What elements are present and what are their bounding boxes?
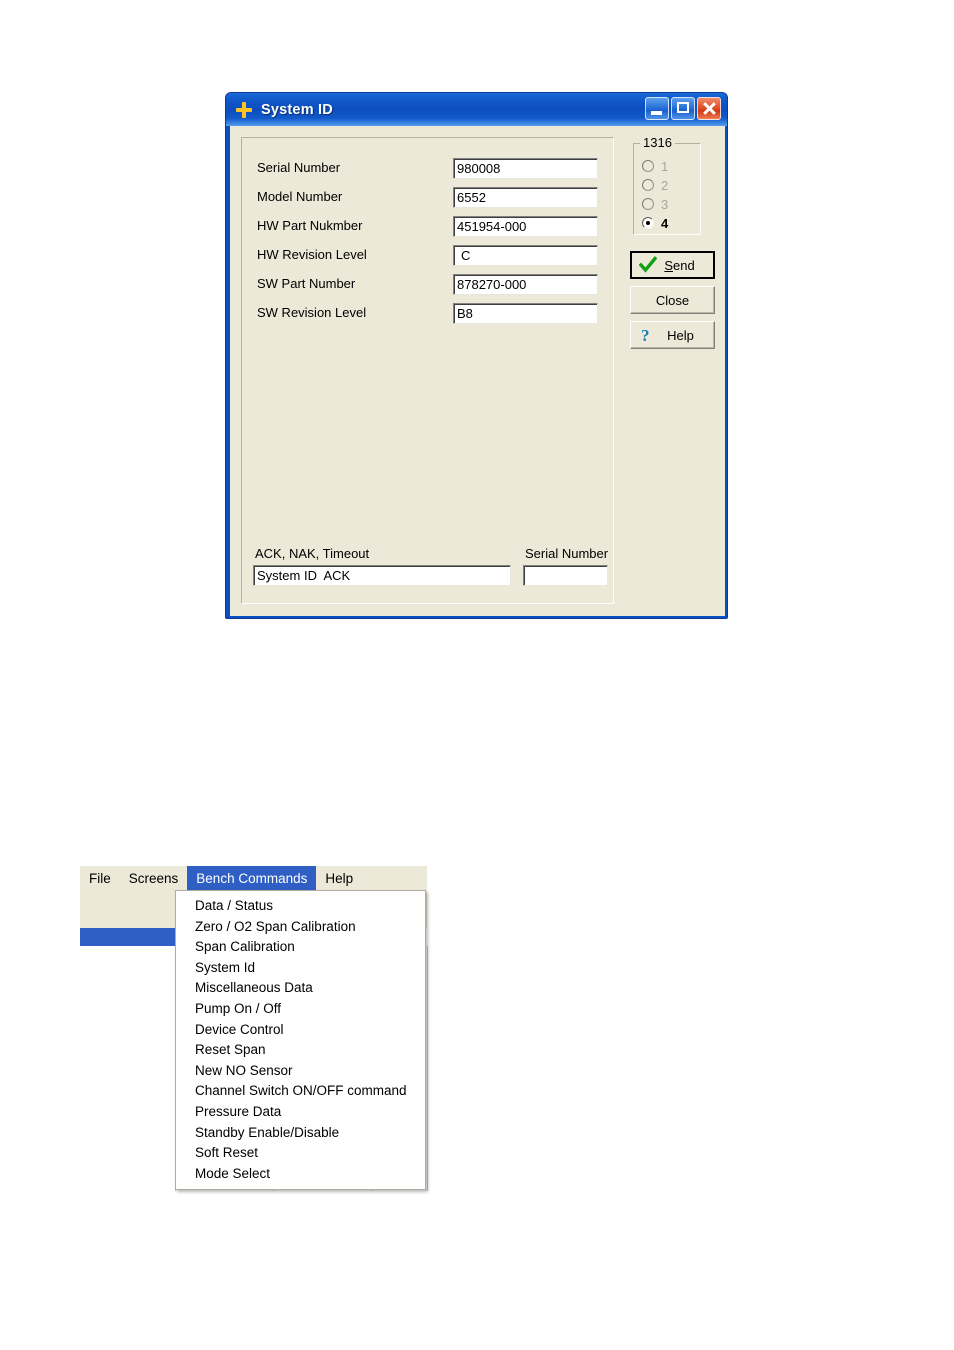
dropdown-item-system-id[interactable]: System Id [176,958,425,979]
input-hw-part-number[interactable] [453,216,598,237]
input-model-number[interactable] [453,187,598,208]
system-id-dialog: System ID Serial Number Model Number [225,92,728,619]
menu-item-bench-commands-label: Bench Commands [196,870,308,886]
field-row-sw-revision-level: SW Revision Level [242,303,613,325]
dropdown-item-pressure-data[interactable]: Pressure Data [176,1102,425,1123]
label-hw-part-number: HW Part Nukmber [257,218,363,233]
radio-group-1316: 1316 1 2 3 4 [633,135,701,235]
question-mark-icon: ? [638,326,656,345]
window-controls [645,97,721,120]
radio-option-3[interactable]: 3 [642,195,668,213]
radio-label-2: 2 [661,177,669,193]
yellow-cross-icon [235,101,253,119]
minimize-button[interactable] [645,97,669,120]
dialog-body: Serial Number Model Number HW Part Nukmb… [230,126,725,616]
green-check-icon [638,256,658,274]
field-row-hw-part-number: HW Part Nukmber [242,216,613,238]
radio-dot-4 [642,217,654,229]
radio-option-4[interactable]: 4 [642,214,668,232]
dropdown-item-standby-enable-disable[interactable]: Standby Enable/Disable [176,1123,425,1144]
input-hw-revision-level[interactable] [453,245,598,266]
menu-item-help-label: Help [325,870,354,886]
dialog-titlebar[interactable]: System ID [226,93,727,126]
radio-option-1[interactable]: 1 [642,157,668,175]
send-button[interactable]: Send [630,251,715,279]
menu-bar: File Screens Bench Commands Help [80,866,427,890]
dropdown-item-span-calibration[interactable]: Span Calibration [176,937,425,958]
radio-dot-2 [642,179,654,191]
bottom-serial-number-label: Serial Number [525,546,609,561]
bottom-serial-number-input[interactable] [523,565,608,586]
menu-item-screens[interactable]: Screens [120,866,188,890]
help-button[interactable]: ? Help [630,321,715,349]
radio-label-3: 3 [661,196,669,212]
label-serial-number: Serial Number [257,160,341,175]
close-window-button[interactable] [697,97,721,120]
label-sw-revision-level: SW Revision Level [257,305,367,320]
menu-item-bench-commands[interactable]: Bench Commands [187,866,317,890]
dropdown-item-reset-span[interactable]: Reset Span [176,1040,425,1061]
radio-dot-1 [642,160,654,172]
status-input[interactable] [253,565,511,586]
label-model-number: Model Number [257,189,343,204]
dropdown-item-channel-switch[interactable]: Channel Switch ON/OFF command [176,1081,425,1102]
input-serial-number[interactable] [453,158,598,179]
radio-option-2[interactable]: 2 [642,176,668,194]
selected-row-strip [80,928,175,946]
dropdown-item-data-status[interactable]: Data / Status [176,896,425,917]
menu-bar-region: File Screens Bench Commands Help [80,866,427,890]
dropdown-item-zero-o2-span-calibration[interactable]: Zero / O2 Span Calibration [176,917,425,938]
dropdown-item-pump-on-off[interactable]: Pump On / Off [176,999,425,1020]
close-button-label: Close [655,292,690,308]
dialog-title: System ID [261,101,333,118]
radio-group-title: 1316 [640,135,675,150]
dropdown-item-soft-reset[interactable]: Soft Reset [176,1143,425,1164]
field-row-model-number: Model Number [242,187,613,209]
dropdown-item-new-no-sensor[interactable]: New NO Sensor [176,1061,425,1082]
minimize-icon [651,111,662,115]
label-sw-part-number: SW Part Number [257,276,356,291]
dropdown-item-mode-select[interactable]: Mode Select [176,1164,425,1185]
radio-dot-3 [642,198,654,210]
svg-text:?: ? [641,326,650,344]
dropdown-item-miscellaneous-data[interactable]: Miscellaneous Data [176,978,425,999]
menu-item-screens-label: Screens [128,870,179,886]
send-button-label: Send [664,257,695,273]
input-sw-revision-level[interactable] [453,303,598,324]
status-label: ACK, NAK, Timeout [255,546,370,561]
menu-item-file[interactable]: File [80,866,120,890]
label-hw-revision-level: HW Revision Level [257,247,367,262]
bench-commands-dropdown: Data / Status Zero / O2 Span Calibration… [175,890,426,1190]
dropdown-item-device-control[interactable]: Device Control [176,1020,425,1041]
menu-item-file-label: File [89,870,111,886]
field-row-serial-number: Serial Number [242,158,613,180]
maximize-icon [677,102,689,113]
field-row-hw-revision-level: HW Revision Level [242,245,613,267]
input-sw-part-number[interactable] [453,274,598,295]
menu-item-help[interactable]: Help [316,866,362,890]
field-row-sw-part-number: SW Part Number [242,274,613,296]
help-button-label: Help [667,327,694,343]
maximize-button[interactable] [671,97,695,120]
radio-label-1: 1 [661,158,669,174]
close-button[interactable]: Close [630,286,715,314]
radio-label-4: 4 [661,215,669,231]
form-panel: Serial Number Model Number HW Part Nukmb… [241,137,614,604]
